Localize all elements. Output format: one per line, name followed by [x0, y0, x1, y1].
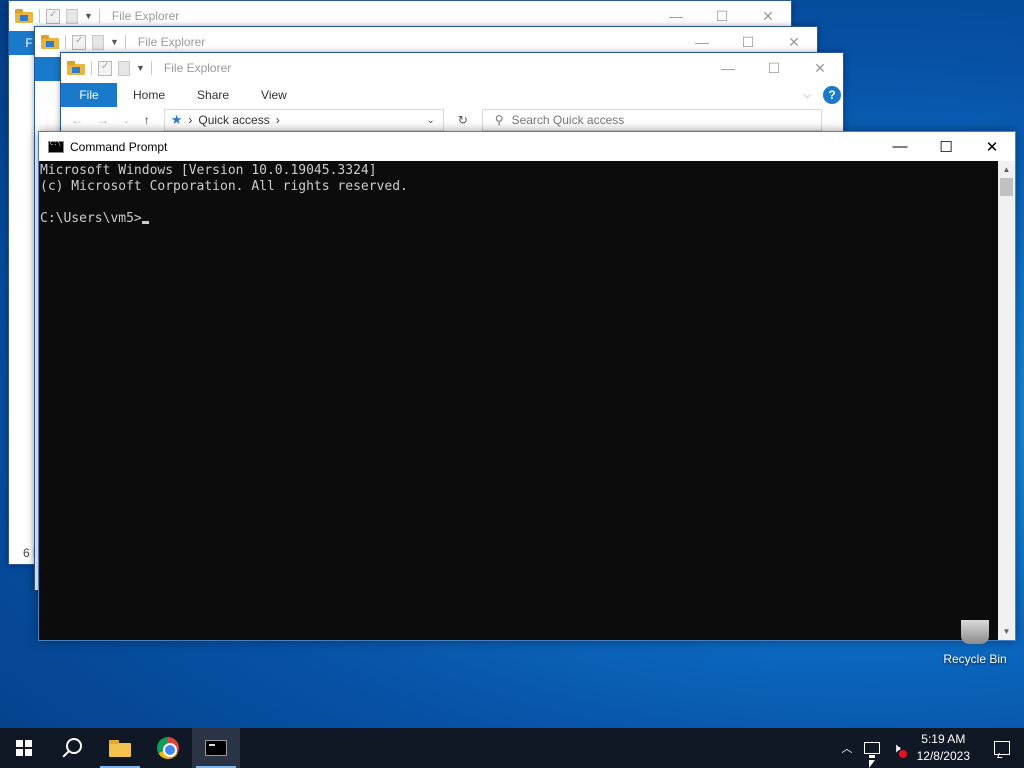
maximize-button[interactable]: ☐	[751, 53, 797, 83]
properties-icon[interactable]	[46, 8, 60, 24]
back-arrow-icon[interactable]: ←	[71, 113, 83, 127]
folder-icon	[109, 739, 131, 757]
volume-muted-icon: 🕨	[892, 740, 907, 758]
recycle-bin-icon	[957, 620, 993, 644]
console-prompt: C:\Users\vm5>	[40, 211, 142, 226]
search-input[interactable]: ⚲ Search Quick access	[481, 109, 822, 131]
command-prompt-icon	[205, 740, 227, 756]
search-icon: ⚲	[494, 113, 504, 127]
chrome-icon	[157, 737, 179, 759]
customize-toolbar-icon[interactable]: ▼	[84, 11, 93, 21]
search-icon	[66, 738, 82, 754]
taskbar-chrome[interactable]	[144, 728, 192, 768]
window-title: File Explorer	[137, 35, 206, 49]
clock-date: 12/8/2023	[916, 749, 970, 763]
breadcrumb-separator-icon: ›	[188, 113, 193, 127]
start-button[interactable]	[0, 728, 48, 768]
text-cursor	[141, 221, 149, 224]
recycle-bin[interactable]: Recycle Bin	[938, 620, 1012, 666]
quick-access-toolbar: ▼	[35, 34, 126, 50]
new-folder-icon[interactable]	[66, 8, 78, 24]
scroll-thumb[interactable]	[1000, 178, 1013, 196]
taskbar-file-explorer[interactable]	[96, 728, 144, 768]
command-prompt-icon	[48, 140, 64, 153]
tab-share[interactable]: Share	[181, 83, 245, 107]
minimize-button[interactable]: —	[877, 132, 923, 161]
address-row: ← → ⌄ ↑ ★ › Quick access › ⌄ ↻ ⚲ Search …	[61, 107, 843, 133]
window-title: File Explorer	[163, 61, 232, 75]
command-prompt-window[interactable]: Command Prompt — ☐ ✕ Microsoft Windows […	[38, 131, 1016, 641]
close-button[interactable]: ✕	[797, 53, 843, 83]
forward-arrow-icon[interactable]: →	[97, 113, 109, 127]
search-placeholder: Search Quick access	[511, 113, 625, 127]
console-prompt-line[interactable]: C:\Users\vm5>	[40, 211, 999, 227]
scroll-up-icon[interactable]: ▲	[998, 161, 1015, 178]
breadcrumb-quick-access[interactable]: Quick access	[198, 113, 269, 127]
title-bar[interactable]: ▼ File Explorer — ☐ ✕	[61, 53, 843, 83]
up-arrow-icon[interactable]: ↑	[144, 113, 150, 127]
help-icon[interactable]: ?	[823, 86, 841, 104]
close-button[interactable]: ✕	[969, 132, 1015, 161]
quick-access-toolbar: ▼	[9, 8, 100, 24]
mouse-pointer	[869, 760, 875, 768]
folder-icon	[67, 61, 85, 75]
taskbar-command-prompt[interactable]	[192, 728, 240, 768]
console-line: Microsoft Windows [Version 10.0.19045.33…	[40, 163, 377, 178]
notification-icon	[994, 741, 1010, 755]
console-output[interactable]: Microsoft Windows [Version 10.0.19045.33…	[39, 161, 999, 640]
recent-dropdown-icon[interactable]: ⌄	[123, 116, 130, 125]
vertical-scrollbar[interactable]: ▲ ▼	[998, 161, 1015, 640]
windows-logo-icon	[16, 740, 32, 756]
refresh-icon[interactable]: ↻	[458, 113, 468, 127]
search-button[interactable]	[48, 728, 96, 768]
star-icon: ★	[170, 112, 183, 127]
desktop: ▼ File Explorer — ☐ ✕ F 6 i ▼	[0, 0, 1024, 728]
title-bar[interactable]: Command Prompt — ☐ ✕	[39, 132, 1015, 161]
tab-view[interactable]: View	[245, 83, 303, 107]
tab-home[interactable]: Home	[117, 83, 181, 107]
properties-icon[interactable]	[98, 60, 112, 76]
system-tray: ︿ 🕨 5:19 AM 12/8/2023	[835, 728, 1024, 768]
tab-file[interactable]: File	[61, 83, 117, 107]
new-folder-icon[interactable]	[92, 34, 104, 50]
quick-access-toolbar: ▼	[61, 60, 152, 76]
folder-icon	[41, 35, 59, 49]
tab-file[interactable]	[35, 57, 61, 81]
ribbon: File Home Share View ⌵ ?	[61, 83, 843, 107]
show-hidden-icons-button[interactable]: ︿	[835, 728, 858, 768]
clock-time: 5:19 AM	[921, 732, 966, 746]
window-title: Command Prompt	[70, 139, 168, 154]
properties-icon[interactable]	[72, 34, 86, 50]
address-dropdown-icon[interactable]: ⌄	[426, 115, 434, 126]
address-bar[interactable]: ★ › Quick access › ⌄	[163, 109, 444, 131]
folder-icon	[15, 9, 33, 23]
minimize-button[interactable]: —	[705, 53, 751, 83]
network-icon	[864, 742, 881, 758]
customize-toolbar-icon[interactable]: ▼	[136, 63, 145, 73]
volume-button[interactable]: 🕨	[886, 728, 907, 768]
chevron-up-icon: ︿	[841, 743, 853, 755]
window-title: File Explorer	[111, 9, 180, 23]
clock[interactable]: 5:19 AM 12/8/2023	[907, 731, 980, 765]
breadcrumb-separator-icon: ›	[275, 113, 280, 127]
recycle-bin-label: Recycle Bin	[943, 652, 1007, 666]
expand-ribbon-icon[interactable]: ⌵	[803, 90, 811, 101]
console-line: (c) Microsoft Corporation. All rights re…	[40, 179, 408, 194]
customize-toolbar-icon[interactable]: ▼	[110, 37, 119, 47]
maximize-button[interactable]: ☐	[923, 132, 969, 161]
notification-center-button[interactable]	[980, 728, 1024, 768]
new-folder-icon[interactable]	[118, 60, 130, 76]
